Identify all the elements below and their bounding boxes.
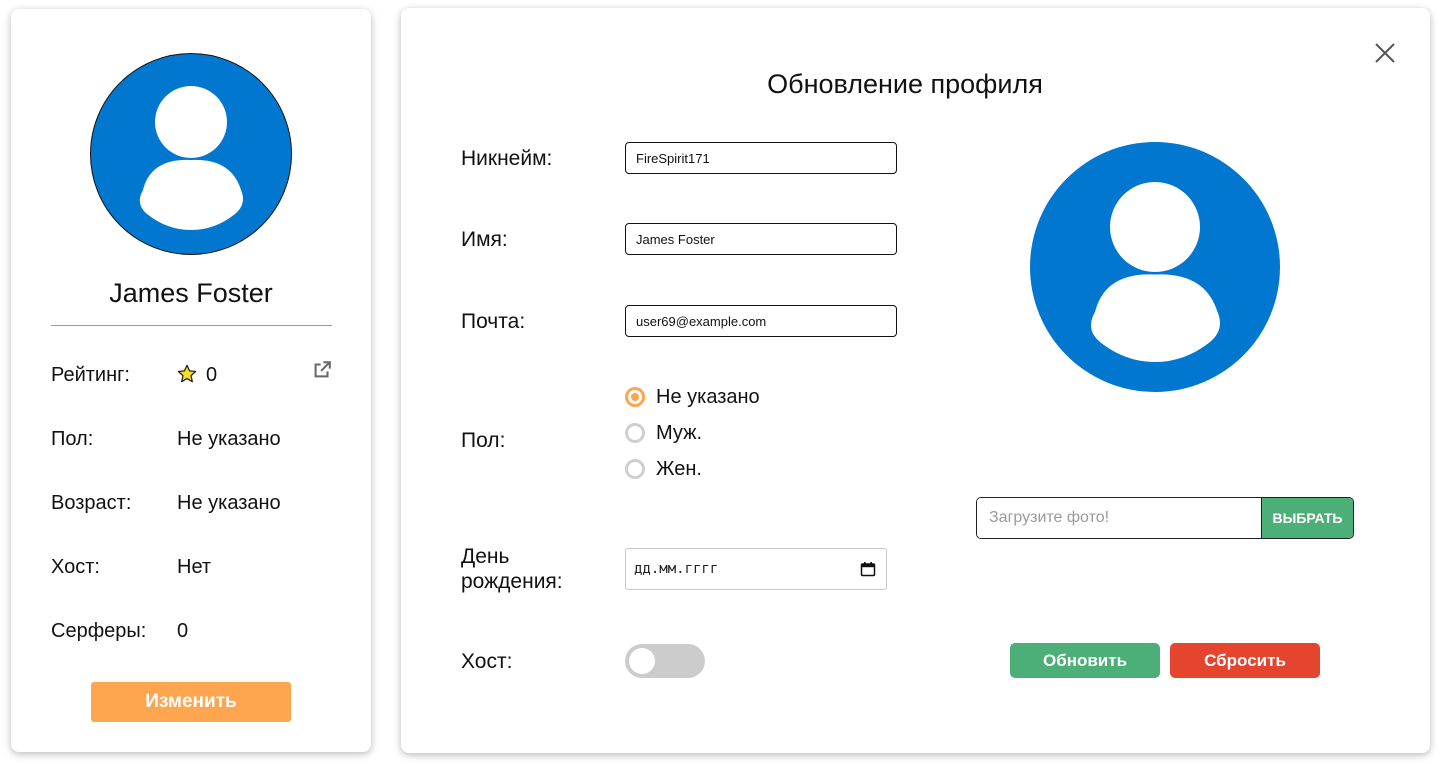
gender-option-male[interactable]: Муж. xyxy=(625,421,702,445)
host-label: Хост: xyxy=(461,650,513,673)
avatar xyxy=(90,53,292,255)
email-label: Почта: xyxy=(461,310,526,333)
radio-unchecked-icon[interactable] xyxy=(625,423,645,443)
profile-name: James Foster xyxy=(109,278,273,308)
age-label: Возраст: xyxy=(51,492,132,514)
host-label: Хост: xyxy=(51,556,100,578)
gender-option-label: Не указано xyxy=(656,385,760,408)
birthday-label: День рождения: xyxy=(461,545,563,593)
modal-title: Обновление профиля xyxy=(767,69,1043,99)
profile-card: James Foster Рейтинг: 0 Пол: Не указано … xyxy=(11,9,371,752)
toggle-knob xyxy=(629,648,655,674)
gender-option-label: Муж. xyxy=(656,421,703,444)
avatar-preview xyxy=(1030,142,1280,392)
rating-label: Рейтинг: xyxy=(51,364,130,386)
host-toggle[interactable] xyxy=(625,644,705,678)
gender-label: Пол: xyxy=(461,429,506,452)
radio-unchecked-icon[interactable] xyxy=(625,459,645,479)
divider xyxy=(51,325,332,326)
update-button[interactable]: Обновить xyxy=(1010,643,1160,678)
photo-upload-group: ВЫБРАТЬ xyxy=(976,497,1354,539)
rating-value: 0 xyxy=(206,364,218,386)
gender-option-unspecified[interactable]: Не указано xyxy=(625,385,760,409)
close-icon[interactable] xyxy=(1373,41,1397,65)
name-input[interactable] xyxy=(625,223,897,255)
edit-profile-button[interactable]: Изменить xyxy=(91,682,291,722)
reset-button[interactable]: Сбросить xyxy=(1170,643,1320,678)
user-silhouette-icon xyxy=(1091,182,1220,362)
gender-label: Пол: xyxy=(51,428,94,450)
date-placeholder: дд.мм.гггг xyxy=(634,561,719,577)
nickname-input[interactable] xyxy=(625,142,897,174)
surfers-label: Серферы: xyxy=(51,620,147,642)
external-link-icon[interactable] xyxy=(311,359,333,381)
gender-value: Не указано xyxy=(177,428,281,450)
name-label: Имя: xyxy=(461,228,508,251)
star-icon xyxy=(177,364,197,383)
photo-upload-input[interactable] xyxy=(977,498,1261,538)
age-value: Не указано xyxy=(177,492,281,514)
gender-option-female[interactable]: Жен. xyxy=(625,457,702,481)
calendar-icon[interactable] xyxy=(860,561,876,577)
choose-photo-button[interactable]: ВЫБРАТЬ xyxy=(1261,498,1353,538)
radio-checked-icon[interactable] xyxy=(625,387,645,407)
user-silhouette-icon xyxy=(139,86,243,230)
nickname-label: Никнейм: xyxy=(461,147,553,170)
gender-option-label: Жен. xyxy=(656,457,702,480)
surfers-value: 0 xyxy=(177,620,189,642)
email-input[interactable] xyxy=(625,305,897,337)
update-profile-modal: Обновление профиля Никнейм: Имя: Почта: … xyxy=(401,8,1430,753)
host-value: Нет xyxy=(177,556,212,578)
birthday-date-input[interactable]: дд.мм.гггг xyxy=(625,548,887,590)
